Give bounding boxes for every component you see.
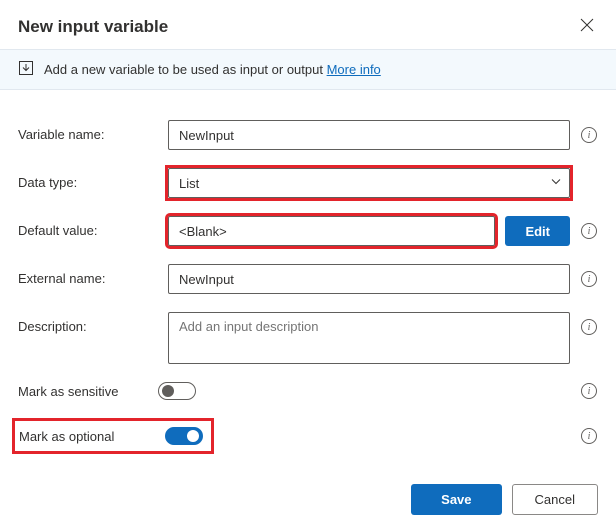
info-icon[interactable]: i (581, 223, 597, 239)
close-button[interactable] (576, 14, 598, 39)
cancel-button[interactable]: Cancel (512, 484, 598, 515)
info-icon[interactable]: i (581, 271, 597, 287)
data-type-select[interactable] (168, 168, 570, 198)
info-icon[interactable]: i (581, 127, 597, 143)
info-icon[interactable]: i (581, 319, 597, 335)
default-value-label: Default value: (18, 216, 158, 238)
dialog-title: New input variable (18, 17, 168, 37)
mark-sensitive-label: Mark as sensitive (18, 384, 158, 399)
download-icon (18, 60, 34, 79)
variable-name-label: Variable name: (18, 120, 158, 142)
close-icon (580, 20, 594, 35)
more-info-link[interactable]: More info (327, 62, 381, 77)
mark-optional-toggle[interactable] (165, 427, 203, 445)
banner-text: Add a new variable to be used as input o… (44, 62, 323, 77)
mark-sensitive-toggle[interactable] (158, 382, 196, 400)
save-button[interactable]: Save (411, 484, 501, 515)
description-label: Description: (18, 312, 158, 334)
info-icon[interactable]: i (581, 428, 597, 444)
default-value-display (168, 216, 495, 246)
external-name-label: External name: (18, 264, 158, 286)
external-name-input[interactable] (168, 264, 570, 294)
description-input[interactable] (168, 312, 570, 364)
variable-name-input[interactable] (168, 120, 570, 150)
data-type-label: Data type: (18, 168, 158, 190)
info-icon[interactable]: i (581, 383, 597, 399)
edit-button[interactable]: Edit (505, 216, 570, 246)
info-banner: Add a new variable to be used as input o… (0, 49, 616, 90)
mark-optional-label: Mark as optional (19, 429, 153, 444)
